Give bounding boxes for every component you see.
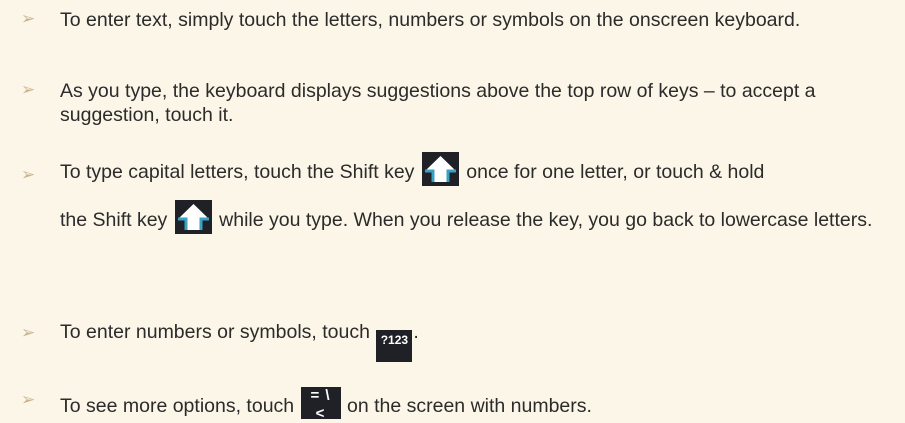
item-text-part: once for one letter, or touch & hold [466,161,765,183]
arrow-bullet-icon: ➢ [21,390,36,410]
item-text: To enter text, simply touch the letters,… [60,9,801,31]
arrow-bullet-icon: ➢ [21,323,36,343]
item-text: To enter numbers or symbols, touch ?123. [60,320,895,362]
item-text-part: . [413,321,419,343]
item-text-part: To enter numbers or symbols, touch [60,321,370,343]
item-text-part: the Shift key [60,209,168,231]
arrow-bullet-icon: ➢ [21,165,36,185]
item-text: To see more options, touch = \ < on the … [60,387,895,422]
symbols-key-icon: ?123 [376,330,413,362]
arrow-bullet-icon: ➢ [21,80,36,100]
item-text-part: while you type. When you release the key… [219,209,873,231]
arrow-bullet-icon: ➢ [21,9,36,29]
item-text-part: To see more options, touch [60,395,295,417]
item-text-part: on the screen with numbers. [346,395,592,417]
shift-key-icon [421,152,459,186]
item-text-part: To type capital letters, touch the Shift… [60,161,415,183]
more-symbols-key-icon: = \ < [300,387,341,422]
item-text: As you type, the keyboard displays sugge… [60,80,816,126]
item-text: To type capital letters, touch the Shift… [60,152,895,234]
shift-key-icon [174,200,212,234]
